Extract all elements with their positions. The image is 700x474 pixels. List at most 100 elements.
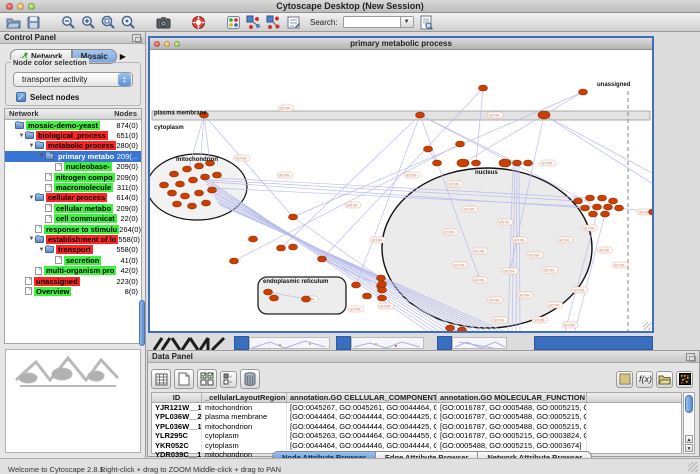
network-node[interactable] [195,163,204,169]
tree-row-nitrogen-compo[interactable]: nitrogen compo209(0) [5,172,141,182]
expand-triangle-icon[interactable]: ▼ [38,153,45,159]
import-attributes-icon[interactable] [656,371,673,388]
frame-close-button[interactable] [154,41,160,47]
network-node[interactable] [277,245,286,251]
select-attributes-icon[interactable] [197,369,217,389]
network-node[interactable] [249,236,258,242]
network-node[interactable] [581,205,590,211]
network-node[interactable] [579,89,588,95]
window-resize-grip[interactable] [688,462,698,472]
new-attribute-icon[interactable] [174,369,194,389]
network-node[interactable] [176,181,185,187]
tree-row-nucleobase-[interactable]: nucleobase-209(0) [5,162,141,172]
tree-row-biological-process[interactable]: ▼biological_process651(0) [5,130,141,140]
network-node[interactable] [479,85,488,91]
network-node[interactable] [472,160,481,166]
open-file-icon[interactable] [6,15,21,30]
tree-row-transport[interactable]: ▼transport558(0) [5,245,141,255]
formula-builder-icon[interactable]: f(x) [636,371,653,388]
network-node[interactable] [363,293,372,299]
help-icon[interactable] [191,15,206,30]
expand-triangle-icon[interactable]: ▼ [18,133,25,139]
network-node[interactable] [318,256,327,262]
zoom-out-icon[interactable] [61,15,76,30]
network-node[interactable] [458,327,467,331]
scroll-up-arrow[interactable]: ▲ [685,435,693,443]
network-node[interactable] [378,281,387,287]
background-window-sliver[interactable] [150,336,232,350]
network-node[interactable] [609,198,618,204]
table-scrollbar-thumb[interactable] [685,395,693,413]
network-node[interactable] [188,203,197,209]
table-row-YJR121W__1[interactable]: YJR121W__1mitochondrion[GO:0045267, GO:0… [152,403,681,412]
search-input[interactable] [343,16,401,28]
tree-row-response-to-stimulu[interactable]: response to stimulu264(0) [5,224,141,234]
tree-row-cellular-metabo[interactable]: cellular metabo209(0) [5,203,141,213]
table-row-YLR295C[interactable]: YLR295Ccytoplasm[GO:0045263, GO:0044464,… [152,431,681,440]
network-node[interactable] [352,282,361,288]
panel-divider-handle[interactable] [139,300,145,346]
column-header-3[interactable]: annotation.GO MOLECULAR_FUNCTION [437,393,587,402]
network-node[interactable] [378,287,387,293]
tree-row-unassigned[interactable]: unassigned223(0) [5,276,141,286]
background-window-sliver[interactable] [336,336,424,350]
annotate-network-2-icon[interactable] [266,15,281,30]
tree-row-macromolecule[interactable]: macromolecule311(0) [5,182,141,192]
zoom-selected-region-icon[interactable] [101,15,116,30]
network-node[interactable] [173,201,182,207]
attribute-heatmap-icon[interactable] [676,371,693,388]
network-node[interactable] [593,204,602,210]
network-node[interactable] [446,325,455,331]
search-dropdown-arrow[interactable]: ▼ [401,16,414,28]
network-node[interactable] [456,141,465,147]
network-node[interactable] [160,182,169,188]
table-row-YPL036W__1[interactable]: YPL036W__1mitochondrion[GO:0044464, GO:0… [152,422,681,431]
expand-triangle-icon[interactable]: ▼ [28,195,35,201]
network-node[interactable] [377,275,386,281]
network-edge[interactable] [544,115,652,189]
network-node[interactable] [424,146,433,152]
network-node[interactable] [230,258,239,264]
tree-row-overview[interactable]: Overview8(0) [5,286,141,296]
network-node[interactable] [586,195,595,201]
network-node[interactable] [524,160,533,166]
network-node[interactable] [189,177,198,183]
background-window-sliver[interactable] [234,336,330,350]
annotate-network-1-icon[interactable] [246,15,261,30]
column-header-1[interactable]: _cellularLayoutRegion [202,393,287,402]
network-node[interactable] [457,159,469,167]
advanced-search-icon[interactable] [419,15,434,30]
close-window-button[interactable] [6,3,13,10]
zoom-in-icon[interactable] [81,15,96,30]
float-panel-icon[interactable] [132,34,141,42]
network-node[interactable] [183,166,192,172]
tree-row-primary-metabo[interactable]: ▼primary metabo209(... [5,151,141,161]
background-window-sliver[interactable] [437,336,507,350]
network-node[interactable] [416,112,425,118]
network-frame-titlebar[interactable]: primary metabolic process [150,38,652,50]
tree-row-establishment-of-lo[interactable]: ▼establishment of lo558(0) [5,234,141,244]
network-node[interactable] [499,159,511,167]
take-snapshot-icon[interactable] [156,15,171,30]
network-canvas[interactable]: GO:00··GO:00··GO:00··GO:00··GO:00··GO:00… [150,50,652,331]
network-node[interactable] [270,295,279,301]
scroll-down-arrow[interactable]: ▼ [685,444,693,452]
network-node[interactable] [302,296,311,302]
network-node[interactable] [378,295,387,301]
network-node[interactable] [181,193,190,199]
network-node[interactable] [168,190,177,196]
network-node[interactable] [289,214,298,220]
tree-row-cellular-process[interactable]: ▼cellular process614(0) [5,193,141,203]
tree-row-metabolic-process[interactable]: ▼metabolic process280(0) [5,141,141,151]
attribute-list-icon[interactable] [616,371,633,388]
network-node[interactable] [538,111,550,119]
network-node[interactable] [601,211,610,217]
network-node[interactable] [170,171,179,177]
network-node[interactable] [202,200,211,206]
network-node[interactable] [649,209,653,215]
network-node[interactable] [289,244,298,250]
network-node[interactable] [208,187,217,193]
table-scrollbar[interactable]: ▲ ▼ [683,392,695,454]
select-nodes-checkbox[interactable]: ✓ Select nodes [16,92,79,102]
float-data-panel-icon[interactable] [686,353,695,361]
